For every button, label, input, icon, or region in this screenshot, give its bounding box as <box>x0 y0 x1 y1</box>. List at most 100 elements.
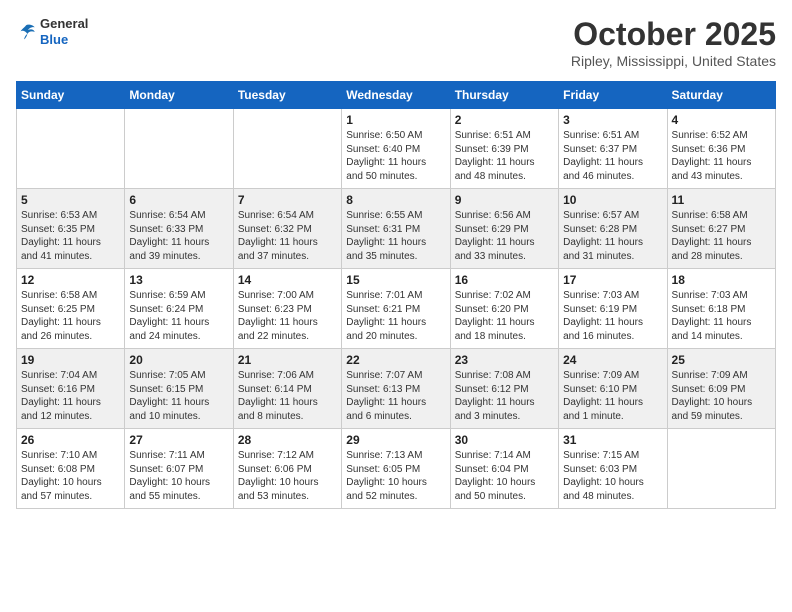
calendar-cell: 21 Sunrise: 7:06 AMSunset: 6:14 PMDayligh… <box>233 349 341 429</box>
calendar-week-row: 5 Sunrise: 6:53 AMSunset: 6:35 PMDaylight… <box>17 189 776 269</box>
day-number: 3 <box>563 113 662 127</box>
day-info: Sunrise: 6:51 AMSunset: 6:39 PMDaylight:… <box>455 129 554 183</box>
day-info: Sunrise: 7:11 AMSunset: 6:07 PMDaylight:… <box>129 449 228 503</box>
calendar-cell: 15 Sunrise: 7:01 AMSunset: 6:21 PMDayligh… <box>342 269 450 349</box>
calendar-cell: 28 Sunrise: 7:12 AMSunset: 6:06 PMDayligh… <box>233 429 341 509</box>
day-info: Sunrise: 6:54 AMSunset: 6:32 PMDaylight:… <box>238 209 337 263</box>
day-info: Sunrise: 6:53 AMSunset: 6:35 PMDaylight:… <box>21 209 120 263</box>
calendar-cell <box>17 109 125 189</box>
day-number: 18 <box>672 273 771 287</box>
day-number: 14 <box>238 273 337 287</box>
day-number: 11 <box>672 193 771 207</box>
logo-bird-icon <box>16 22 36 42</box>
day-info: Sunrise: 6:58 AMSunset: 6:25 PMDaylight:… <box>21 289 120 343</box>
weekday-header-row: SundayMondayTuesdayWednesdayThursdayFrid… <box>17 82 776 109</box>
weekday-header-monday: Monday <box>125 82 233 109</box>
calendar-cell: 12 Sunrise: 6:58 AMSunset: 6:25 PMDayligh… <box>17 269 125 349</box>
weekday-header-saturday: Saturday <box>667 82 775 109</box>
calendar-cell: 3 Sunrise: 6:51 AMSunset: 6:37 PMDaylight… <box>559 109 667 189</box>
calendar-cell: 8Sunrise: 6:55 AMSunset: 6:31 PMDaylight… <box>342 189 450 269</box>
calendar-cell: 24 Sunrise: 7:09 AMSunset: 6:10 PMDayligh… <box>559 349 667 429</box>
calendar-cell: 13Sunrise: 6:59 AMSunset: 6:24 PMDayligh… <box>125 269 233 349</box>
day-number: 2 <box>455 113 554 127</box>
logo-text: General Blue <box>40 16 88 47</box>
calendar-cell: 31 Sunrise: 7:15 AMSunset: 6:03 PMDayligh… <box>559 429 667 509</box>
day-number: 17 <box>563 273 662 287</box>
day-info: Sunrise: 7:08 AMSunset: 6:12 PMDaylight:… <box>455 369 554 423</box>
day-number: 12 <box>21 273 120 287</box>
day-number: 10 <box>563 193 662 207</box>
calendar-cell: 1 Sunrise: 6:50 AMSunset: 6:40 PMDaylight… <box>342 109 450 189</box>
day-info: Sunrise: 6:51 AMSunset: 6:37 PMDaylight:… <box>563 129 662 183</box>
weekday-header-thursday: Thursday <box>450 82 558 109</box>
day-info: Sunrise: 6:56 AMSunset: 6:29 PMDaylight:… <box>455 209 554 263</box>
calendar-cell: 30 Sunrise: 7:14 AMSunset: 6:04 PMDayligh… <box>450 429 558 509</box>
calendar-cell: 17Sunrise: 7:03 AMSunset: 6:19 PMDayligh… <box>559 269 667 349</box>
day-number: 6 <box>129 193 228 207</box>
calendar-cell: 14Sunrise: 7:00 AMSunset: 6:23 PMDayligh… <box>233 269 341 349</box>
day-number: 9 <box>455 193 554 207</box>
day-info: Sunrise: 7:15 AMSunset: 6:03 PMDaylight:… <box>563 449 662 503</box>
calendar-cell: 18 Sunrise: 7:03 AMSunset: 6:18 PMDayligh… <box>667 269 775 349</box>
calendar-cell: 5 Sunrise: 6:53 AMSunset: 6:35 PMDaylight… <box>17 189 125 269</box>
weekday-header-sunday: Sunday <box>17 82 125 109</box>
day-info: Sunrise: 7:03 AMSunset: 6:18 PMDaylight:… <box>672 289 771 343</box>
day-info: Sunrise: 7:09 AMSunset: 6:09 PMDaylight:… <box>672 369 771 423</box>
day-number: 27 <box>129 433 228 447</box>
day-info: Sunrise: 7:14 AMSunset: 6:04 PMDaylight:… <box>455 449 554 503</box>
day-number: 8 <box>346 193 445 207</box>
calendar-cell: 7 Sunrise: 6:54 AMSunset: 6:32 PMDaylight… <box>233 189 341 269</box>
day-info: Sunrise: 6:58 AMSunset: 6:27 PMDaylight:… <box>672 209 771 263</box>
calendar-cell: 25 Sunrise: 7:09 AMSunset: 6:09 PMDayligh… <box>667 349 775 429</box>
day-info: Sunrise: 6:59 AMSunset: 6:24 PMDaylight:… <box>129 289 228 343</box>
calendar-week-row: 12 Sunrise: 6:58 AMSunset: 6:25 PMDayligh… <box>17 269 776 349</box>
day-info: Sunrise: 7:09 AMSunset: 6:10 PMDaylight:… <box>563 369 662 423</box>
day-info: Sunrise: 7:13 AMSunset: 6:05 PMDaylight:… <box>346 449 445 503</box>
day-number: 5 <box>21 193 120 207</box>
day-info: Sunrise: 6:57 AMSunset: 6:28 PMDaylight:… <box>563 209 662 263</box>
calendar-cell: 16Sunrise: 7:02 AMSunset: 6:20 PMDayligh… <box>450 269 558 349</box>
calendar-cell: 4 Sunrise: 6:52 AMSunset: 6:36 PMDaylight… <box>667 109 775 189</box>
calendar-cell <box>125 109 233 189</box>
day-info: Sunrise: 7:12 AMSunset: 6:06 PMDaylight:… <box>238 449 337 503</box>
day-number: 29 <box>346 433 445 447</box>
day-number: 30 <box>455 433 554 447</box>
calendar-cell: 19Sunrise: 7:04 AMSunset: 6:16 PMDayligh… <box>17 349 125 429</box>
day-number: 21 <box>238 353 337 367</box>
day-number: 19 <box>21 353 120 367</box>
day-number: 25 <box>672 353 771 367</box>
calendar-cell: 20Sunrise: 7:05 AMSunset: 6:15 PMDayligh… <box>125 349 233 429</box>
calendar-cell: 9 Sunrise: 6:56 AMSunset: 6:29 PMDaylight… <box>450 189 558 269</box>
day-info: Sunrise: 6:52 AMSunset: 6:36 PMDaylight:… <box>672 129 771 183</box>
calendar-week-row: 26 Sunrise: 7:10 AMSunset: 6:08 PMDayligh… <box>17 429 776 509</box>
calendar-cell: 2 Sunrise: 6:51 AMSunset: 6:39 PMDaylight… <box>450 109 558 189</box>
location: Ripley, Mississippi, United States <box>571 53 776 69</box>
day-info: Sunrise: 7:06 AMSunset: 6:14 PMDaylight:… <box>238 369 337 423</box>
day-number: 24 <box>563 353 662 367</box>
calendar-cell: 29 Sunrise: 7:13 AMSunset: 6:05 PMDayligh… <box>342 429 450 509</box>
calendar-cell: 11 Sunrise: 6:58 AMSunset: 6:27 PMDayligh… <box>667 189 775 269</box>
title-area: October 2025 Ripley, Mississippi, United… <box>571 16 776 69</box>
logo: General Blue <box>16 16 88 47</box>
day-info: Sunrise: 7:05 AMSunset: 6:15 PMDaylight:… <box>129 369 228 423</box>
calendar-cell: 27 Sunrise: 7:11 AMSunset: 6:07 PMDayligh… <box>125 429 233 509</box>
calendar-table: SundayMondayTuesdayWednesdayThursdayFrid… <box>16 81 776 509</box>
day-number: 1 <box>346 113 445 127</box>
calendar-cell <box>667 429 775 509</box>
day-info: Sunrise: 7:10 AMSunset: 6:08 PMDaylight:… <box>21 449 120 503</box>
day-number: 28 <box>238 433 337 447</box>
day-number: 15 <box>346 273 445 287</box>
day-number: 4 <box>672 113 771 127</box>
day-info: Sunrise: 7:01 AMSunset: 6:21 PMDaylight:… <box>346 289 445 343</box>
day-number: 31 <box>563 433 662 447</box>
calendar-week-row: 1 Sunrise: 6:50 AMSunset: 6:40 PMDaylight… <box>17 109 776 189</box>
weekday-header-tuesday: Tuesday <box>233 82 341 109</box>
calendar-cell: 10 Sunrise: 6:57 AMSunset: 6:28 PMDayligh… <box>559 189 667 269</box>
day-number: 26 <box>21 433 120 447</box>
day-number: 23 <box>455 353 554 367</box>
calendar-cell: 22Sunrise: 7:07 AMSunset: 6:13 PMDayligh… <box>342 349 450 429</box>
day-number: 7 <box>238 193 337 207</box>
day-number: 16 <box>455 273 554 287</box>
day-info: Sunrise: 6:50 AMSunset: 6:40 PMDaylight:… <box>346 129 445 183</box>
day-number: 22 <box>346 353 445 367</box>
